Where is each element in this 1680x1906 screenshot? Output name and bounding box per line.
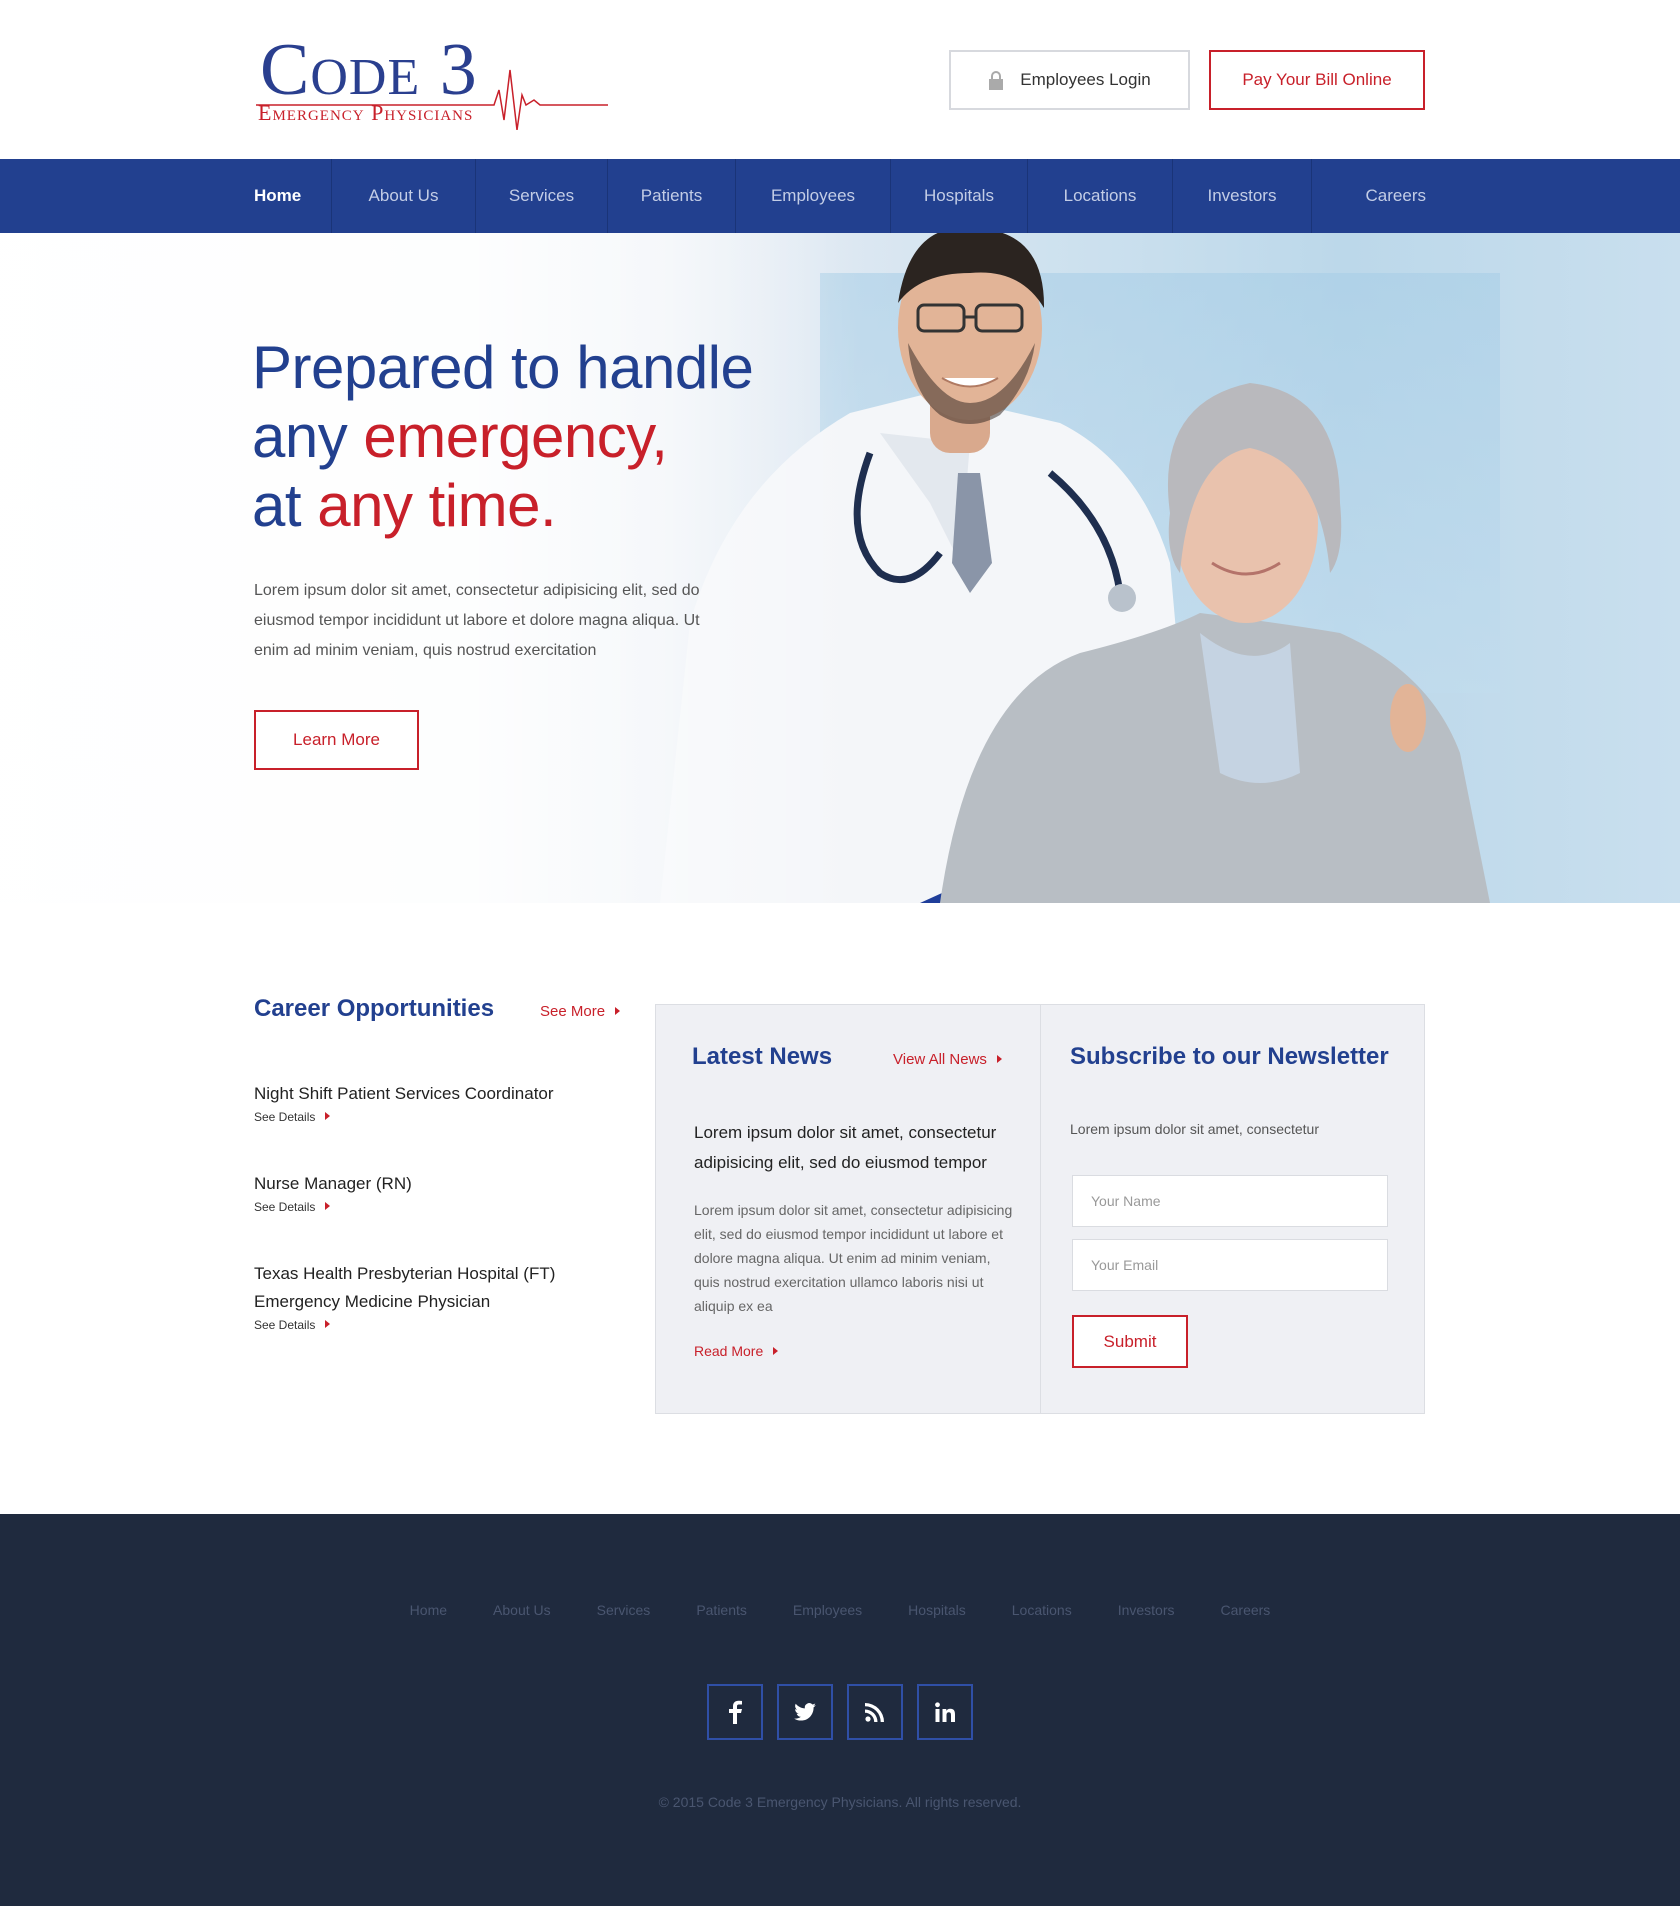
job-listing: Texas Health Presbyterian Hospital (FT) … bbox=[254, 1260, 584, 1332]
arrow-right-icon bbox=[996, 1055, 1002, 1063]
arrow-right-icon bbox=[325, 1320, 331, 1328]
learn-more-button[interactable]: Learn More bbox=[254, 710, 419, 770]
hero-description: Lorem ipsum dolor sit amet, consectetur … bbox=[254, 582, 700, 659]
hero-banner: Prepared to handle any emergency, at any… bbox=[0, 233, 1680, 903]
nav-item-locations[interactable]: Locations bbox=[1028, 159, 1173, 233]
nav-item-investors[interactable]: Investors bbox=[1173, 159, 1312, 233]
job-see-details-link[interactable]: See Details bbox=[254, 1318, 584, 1332]
twitter-icon bbox=[794, 1703, 816, 1721]
view-all-news-link[interactable]: View All News bbox=[893, 1051, 1002, 1068]
hero-headline-line2-highlight: emergency, bbox=[363, 403, 668, 470]
news-excerpt: Lorem ipsum dolor sit amet, consectetur … bbox=[694, 1202, 1013, 1314]
learn-more-label: Learn More bbox=[293, 730, 380, 749]
career-opportunities-section: Career Opportunities See More Night Shif… bbox=[254, 995, 624, 1332]
arrow-right-icon bbox=[615, 1007, 621, 1015]
view-all-news-label: View All News bbox=[893, 1051, 987, 1068]
arrow-right-icon bbox=[773, 1347, 779, 1355]
footer-link-careers[interactable]: Careers bbox=[1221, 1602, 1271, 1618]
pay-bill-button[interactable]: Pay Your Bill Online bbox=[1209, 50, 1425, 110]
hero-headline-line2-start: any bbox=[252, 403, 364, 470]
nav-item-patients[interactable]: Patients bbox=[608, 159, 736, 233]
read-more-link[interactable]: Read More bbox=[694, 1343, 779, 1359]
job-title: Texas Health Presbyterian Hospital (FT) … bbox=[254, 1264, 556, 1311]
panel-divider bbox=[1040, 1005, 1041, 1413]
nav-item-hospitals[interactable]: Hospitals bbox=[891, 159, 1028, 233]
linkedin-icon bbox=[935, 1702, 955, 1722]
site-header: Code 3 Emergency Physicians Employees Lo… bbox=[0, 0, 1680, 159]
facebook-button[interactable] bbox=[707, 1684, 763, 1740]
nav-item-services[interactable]: Services bbox=[476, 159, 608, 233]
main-nav-items: Home About Us Services Patients Employee… bbox=[254, 159, 1426, 233]
email-field[interactable] bbox=[1072, 1239, 1388, 1291]
nav-item-employees[interactable]: Employees bbox=[736, 159, 891, 233]
nav-item-home[interactable]: Home bbox=[254, 159, 332, 233]
twitter-button[interactable] bbox=[777, 1684, 833, 1740]
footer-link-home[interactable]: Home bbox=[410, 1602, 447, 1618]
employees-login-button[interactable]: Employees Login bbox=[949, 50, 1190, 110]
careers-see-more-label: See More bbox=[540, 1003, 606, 1020]
job-title: Nurse Manager (RN) bbox=[254, 1174, 412, 1193]
arrow-right-icon bbox=[325, 1202, 331, 1210]
job-title: Night Shift Patient Services Coordinator bbox=[254, 1084, 554, 1103]
linkedin-button[interactable] bbox=[917, 1684, 973, 1740]
job-see-details-label: See Details bbox=[254, 1318, 316, 1332]
hero-headline-line3-start: at bbox=[252, 472, 318, 539]
job-see-details-link[interactable]: See Details bbox=[254, 1200, 412, 1214]
footer-nav: Home About Us Services Patients Employee… bbox=[0, 1602, 1680, 1618]
footer-link-about-us[interactable]: About Us bbox=[493, 1602, 551, 1618]
heartbeat-line-icon bbox=[256, 69, 608, 130]
hero-headline-line3-highlight: any time. bbox=[317, 472, 557, 539]
job-see-details-label: See Details bbox=[254, 1200, 316, 1214]
pay-bill-label: Pay Your Bill Online bbox=[1242, 70, 1392, 89]
rss-icon bbox=[865, 1703, 884, 1722]
submit-label: Submit bbox=[1103, 1331, 1157, 1351]
copyright-text: © 2015 Code 3 Emergency Physicians. All … bbox=[658, 1794, 1022, 1810]
hero-headline: Prepared to handle any emergency, at any… bbox=[252, 333, 754, 540]
facebook-icon bbox=[729, 1700, 742, 1724]
name-field[interactable] bbox=[1072, 1175, 1388, 1227]
job-see-details-link[interactable]: See Details bbox=[254, 1110, 554, 1124]
footer-link-locations[interactable]: Locations bbox=[1012, 1602, 1072, 1618]
news-headline[interactable]: Lorem ipsum dolor sit amet, consectetur … bbox=[694, 1118, 1016, 1178]
site-footer: Home About Us Services Patients Employee… bbox=[0, 1514, 1680, 1906]
read-more-label: Read More bbox=[694, 1343, 764, 1359]
nav-item-about-us[interactable]: About Us bbox=[332, 159, 476, 233]
footer-link-services[interactable]: Services bbox=[597, 1602, 651, 1618]
news-newsletter-panel: Latest News View All News Lorem ipsum do… bbox=[655, 1004, 1425, 1414]
newsletter-description: Lorem ipsum dolor sit amet, consectetur bbox=[1070, 1121, 1319, 1137]
hero-headline-line1: Prepared to handle bbox=[252, 334, 754, 401]
arrow-right-icon bbox=[325, 1112, 331, 1120]
careers-see-more-link[interactable]: See More bbox=[540, 1003, 621, 1020]
footer-link-investors[interactable]: Investors bbox=[1118, 1602, 1175, 1618]
nav-item-careers[interactable]: Careers bbox=[1312, 159, 1426, 233]
job-listing: Night Shift Patient Services Coordinator… bbox=[254, 1080, 554, 1124]
employees-login-label: Employees Login bbox=[1020, 70, 1151, 89]
submit-button[interactable]: Submit bbox=[1072, 1315, 1188, 1368]
social-links bbox=[707, 1684, 973, 1740]
rss-button[interactable] bbox=[847, 1684, 903, 1740]
latest-news-section: Latest News View All News Lorem ipsum do… bbox=[692, 1043, 1012, 1359]
main-nav: Home About Us Services Patients Employee… bbox=[0, 159, 1680, 233]
footer-link-patients[interactable]: Patients bbox=[696, 1602, 747, 1618]
footer-link-hospitals[interactable]: Hospitals bbox=[908, 1602, 966, 1618]
footer-link-employees[interactable]: Employees bbox=[793, 1602, 862, 1618]
job-see-details-label: See Details bbox=[254, 1110, 316, 1124]
code3-logo[interactable]: Code 3 Emergency Physicians bbox=[254, 30, 610, 130]
job-listing: Nurse Manager (RN) See Details bbox=[254, 1170, 412, 1214]
lock-icon bbox=[988, 70, 1004, 90]
newsletter-section: Subscribe to our Newsletter Lorem ipsum … bbox=[1070, 1043, 1410, 1368]
newsletter-title: Subscribe to our Newsletter bbox=[1070, 1043, 1389, 1070]
